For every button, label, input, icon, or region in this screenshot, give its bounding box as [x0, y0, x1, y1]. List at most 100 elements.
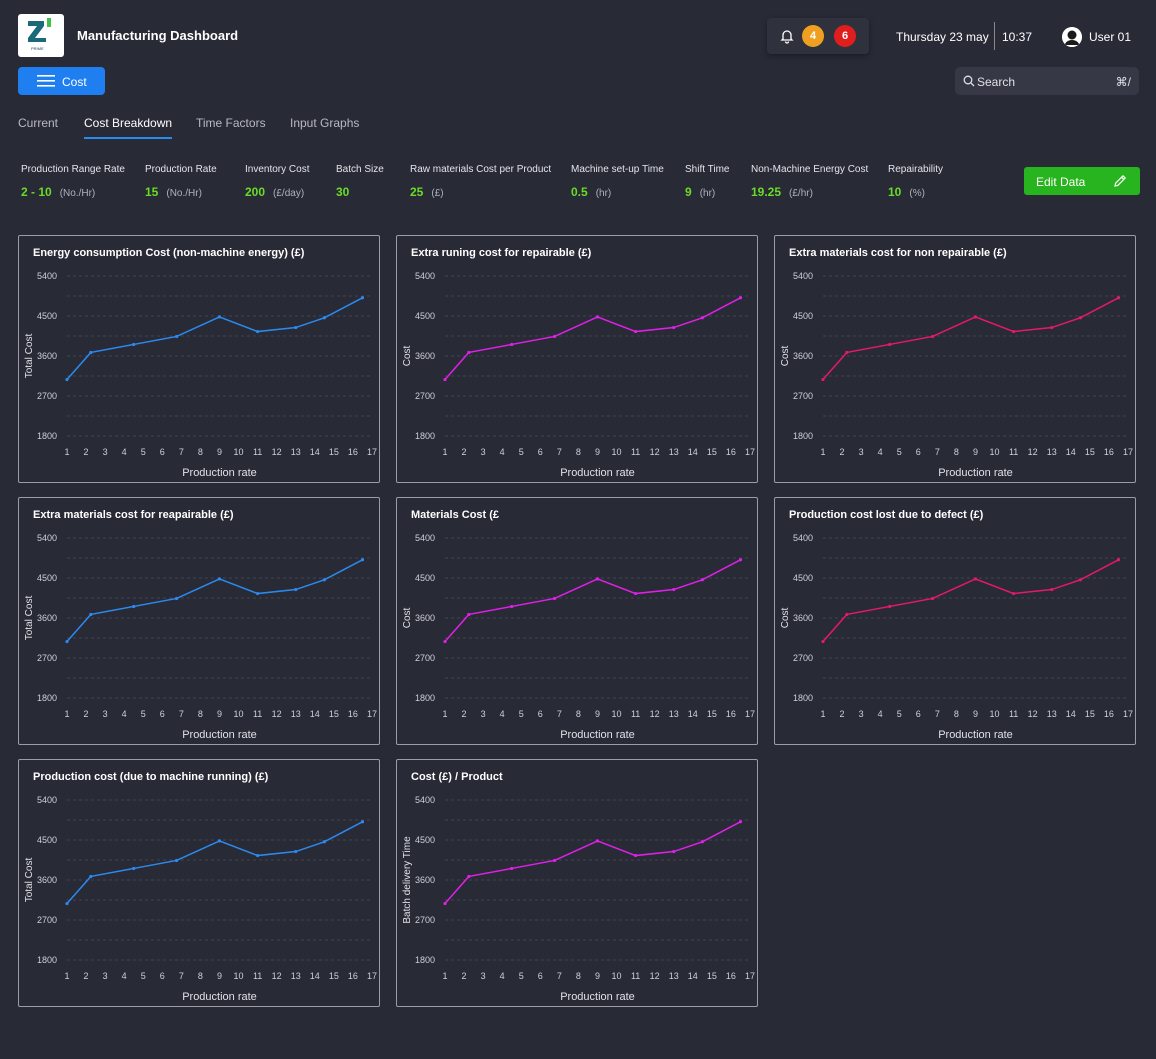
y-tick-label: 1800 [415, 693, 435, 703]
x-tick-label: 11 [631, 709, 640, 719]
y-tick-label: 5400 [37, 533, 57, 543]
data-point [931, 334, 935, 339]
x-tick-label: 10 [612, 709, 622, 719]
param-value: 25 [410, 185, 424, 199]
app-title: Manufacturing Dashboard [77, 28, 239, 43]
y-tick-label: 1800 [793, 431, 813, 441]
y-tick-label: 3600 [793, 613, 813, 623]
param-label: Repairability [888, 164, 944, 175]
series-line [66, 559, 363, 643]
tab-cost-breakdown[interactable]: Cost Breakdown [84, 116, 173, 139]
series-line [444, 297, 741, 381]
chart-card-production-cost-defect: Production cost lost due to defect (£) 1… [774, 497, 1136, 745]
param-batch-size: Batch Size 30 [336, 164, 384, 201]
x-tick-label: 3 [481, 709, 486, 719]
tab-input-graphs[interactable]: Input Graphs [290, 116, 359, 130]
x-tick-label: 6 [538, 709, 543, 719]
y-tick-label: 3600 [37, 613, 57, 623]
x-tick-label: 14 [688, 971, 698, 981]
y-tick-label: 4500 [37, 835, 57, 845]
notification-badge-red[interactable]: 6 [834, 25, 856, 47]
x-axis-label: Production rate [560, 991, 635, 1003]
param-label: Raw materials Cost per Product [410, 164, 552, 175]
date-display: Thursday 23 may [896, 30, 989, 44]
x-tick-label: 4 [878, 447, 883, 457]
data-point [89, 874, 93, 879]
search-input[interactable]: Search ⌘/ [955, 67, 1139, 95]
user-name[interactable]: User 01 [1089, 30, 1131, 44]
x-tick-label: 10 [234, 709, 244, 719]
data-point [973, 577, 978, 581]
x-tick-label: 8 [576, 971, 581, 981]
param-label: Non-Machine Energy Cost [751, 164, 869, 175]
data-point [65, 639, 69, 644]
x-tick-label: 10 [990, 709, 1000, 719]
x-tick-label: 15 [707, 447, 717, 457]
y-tick-label: 1800 [415, 431, 435, 441]
data-point [553, 596, 557, 601]
y-tick-label: 4500 [415, 573, 435, 583]
x-tick-label: 5 [897, 447, 902, 457]
x-tick-label: 5 [141, 447, 146, 457]
data-point [821, 377, 825, 382]
data-point [700, 840, 704, 844]
menu-icon [37, 75, 55, 87]
chart-card-energy-consumption: Energy consumption Cost (non-machine ene… [18, 235, 380, 483]
data-point [510, 342, 514, 347]
x-tick-label: 5 [141, 709, 146, 719]
data-point [700, 578, 704, 582]
param-non-machine-energy-cost: Non-Machine Energy Cost 19.25 (£/hr) [751, 164, 868, 201]
tab-time-factors[interactable]: Time Factors [196, 116, 266, 130]
x-tick-label: 4 [122, 971, 127, 981]
x-tick-label: 7 [179, 709, 184, 719]
x-tick-label: 7 [557, 971, 562, 981]
x-tick-label: 1 [64, 447, 69, 457]
data-point [89, 350, 93, 355]
x-tick-label: 9 [973, 447, 978, 457]
chart-card-extra-materials-repairable: Extra materials cost for reapairable (£)… [18, 497, 380, 745]
series-line [66, 297, 363, 381]
x-tick-label: 12 [1028, 447, 1038, 457]
tab-current[interactable]: Current [18, 116, 58, 130]
x-tick-label: 2 [462, 709, 467, 719]
param-inventory-cost: Inventory Cost 200 (£/day) [245, 164, 309, 201]
param-machine-setup-time: Machine set-up Time 0.5 (hr) [571, 164, 664, 201]
cost-menu-button[interactable]: Cost [18, 67, 105, 95]
x-tick-label: 7 [179, 971, 184, 981]
x-tick-label: 4 [878, 709, 883, 719]
x-tick-label: 15 [329, 709, 339, 719]
x-tick-label: 8 [954, 447, 959, 457]
x-axis-label: Production rate [938, 467, 1013, 479]
data-point [821, 639, 825, 644]
x-tick-label: 10 [612, 447, 622, 457]
y-tick-label: 1800 [793, 693, 813, 703]
notification-badge-orange[interactable]: 4 [802, 25, 824, 47]
x-tick-label: 3 [103, 447, 108, 457]
x-tick-label: 1 [820, 709, 825, 719]
x-tick-label: 5 [519, 971, 524, 981]
x-tick-label: 11 [631, 447, 640, 457]
x-tick-label: 13 [669, 447, 679, 457]
x-tick-label: 1 [820, 447, 825, 457]
x-tick-label: 7 [935, 447, 940, 457]
x-axis-label: Production rate [560, 467, 635, 479]
x-tick-label: 3 [859, 447, 864, 457]
x-tick-label: 8 [198, 971, 203, 981]
x-tick-label: 6 [160, 971, 165, 981]
logo-mark: PRIME [28, 18, 51, 51]
data-point [1078, 578, 1082, 582]
data-point [467, 612, 471, 617]
x-tick-label: 1 [442, 709, 447, 719]
chart-extra-materials-repairable: 180027003600450054001 2 3 4 5 6 7 8 9 10 11 12 13 14 1… [24, 533, 377, 741]
avatar[interactable] [1062, 27, 1082, 47]
x-tick-label: 5 [519, 447, 524, 457]
data-point [322, 578, 326, 582]
data-point [1050, 325, 1054, 330]
bell-icon[interactable] [779, 28, 795, 44]
data-point [672, 325, 676, 330]
data-point [132, 866, 136, 871]
edit-data-button[interactable]: Edit Data [1024, 167, 1140, 195]
y-tick-label: 2700 [793, 653, 813, 663]
x-tick-label: 4 [122, 447, 127, 457]
y-tick-label: 3600 [37, 875, 57, 885]
